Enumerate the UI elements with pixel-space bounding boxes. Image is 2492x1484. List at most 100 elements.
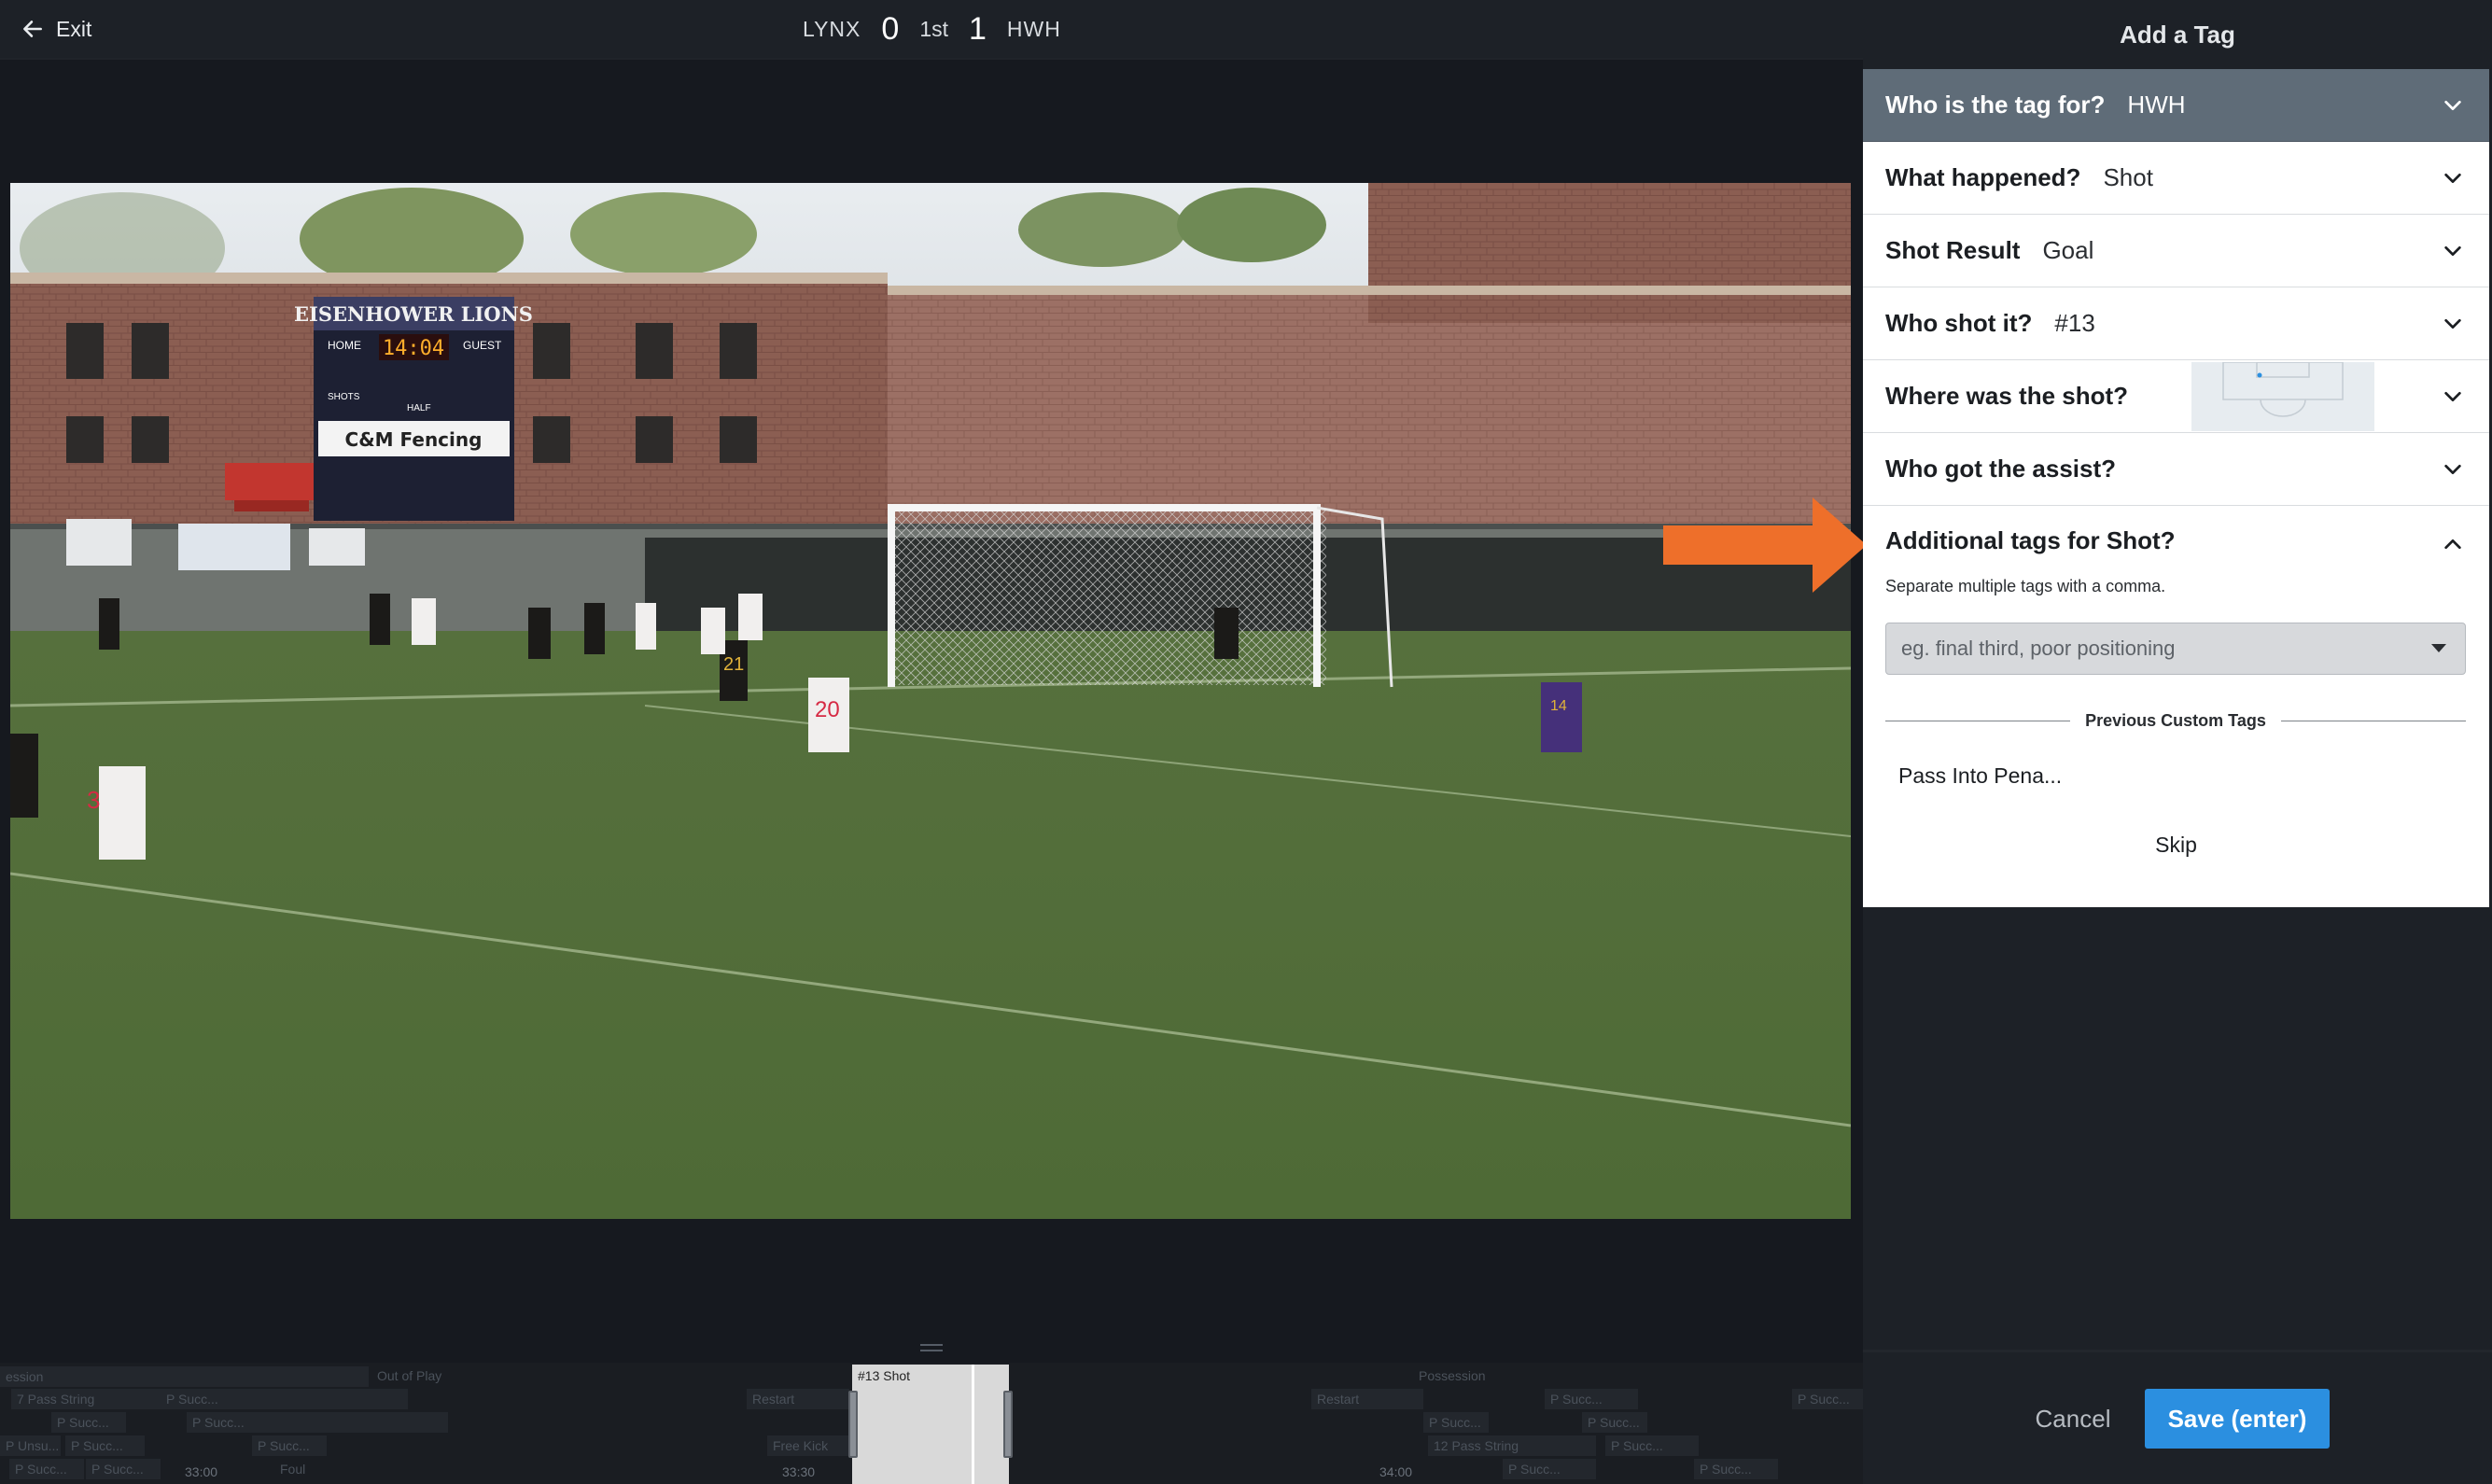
row-answer: HWH (2127, 91, 2186, 119)
row-tag-for[interactable]: Who is the tag for? HWH (1863, 69, 2489, 142)
timeline-label: Possession (1419, 1368, 1486, 1383)
timeline-segment[interactable]: P Succ... (86, 1459, 161, 1479)
timeline-segment[interactable]: ession (0, 1366, 369, 1387)
timeline-time: 34:00 (1379, 1464, 1413, 1479)
pitch-map (2191, 361, 2374, 431)
timeline-time: 33:30 (782, 1464, 816, 1479)
cancel-button[interactable]: Cancel (2022, 1391, 2124, 1447)
additional-tags-header[interactable]: Additional tags for Shot? (1885, 526, 2176, 555)
exit-button[interactable]: Exit (21, 13, 91, 45)
previous-tag-item[interactable]: Pass Into Pena... (1898, 763, 2062, 789)
home-score: 0 (881, 10, 900, 47)
timeline-segment[interactable]: P Succ... (1694, 1459, 1778, 1479)
back-arrow-icon (23, 21, 42, 37)
jersey-20: 20 (815, 697, 840, 722)
row-question: Where was the shot? (1885, 382, 2129, 410)
shot-marker (2257, 372, 2262, 378)
timeline-segment[interactable]: P Succ... (65, 1435, 145, 1456)
timeline-segment[interactable]: P Succ... (1545, 1389, 1638, 1409)
away-team: HWH (1006, 16, 1061, 41)
playhead[interactable] (972, 1365, 974, 1484)
row-answer: Goal (2042, 236, 2094, 264)
previous-tags-header: Previous Custom Tags (1885, 709, 2466, 732)
timeline-segment[interactable]: P Succ... (9, 1459, 84, 1479)
chevron-up-icon[interactable] (2443, 534, 2463, 554)
additional-tags-question: Additional tags for Shot? (1885, 526, 2176, 554)
timeline-segment[interactable]: P Succ... (1605, 1435, 1699, 1456)
timeline-segment[interactable]: P Succ... (252, 1435, 327, 1456)
scoreboard-clock: 14:04 (383, 337, 444, 360)
timeline-segment[interactable]: 12 Pass String (1428, 1435, 1596, 1456)
tag-form: Who is the tag for? HWH What happened? S… (1863, 69, 2489, 907)
home-team: LYNX (803, 16, 861, 41)
timeline-segment[interactable]: Restart (1311, 1389, 1423, 1409)
row-question: Who got the assist? (1885, 455, 2116, 483)
selected-clip-label: #13 Shot (858, 1368, 911, 1383)
dropdown-caret-icon[interactable] (2431, 644, 2446, 652)
row-answer: #13 (2054, 309, 2095, 337)
timeline-segment[interactable]: P Succ... (1423, 1412, 1489, 1433)
timeline-segment[interactable]: Free Kick (767, 1435, 851, 1456)
shot-location-thumbnail[interactable] (2191, 361, 2374, 431)
timeline-label: Foul (280, 1462, 306, 1477)
chevron-down-icon (2443, 459, 2463, 480)
jersey-21: 21 (723, 654, 744, 675)
exit-label: Exit (56, 16, 92, 41)
skip-button[interactable]: Skip (1863, 833, 2489, 858)
annotation-arrow-icon (1663, 497, 1867, 593)
jersey-14: 14 (1550, 698, 1567, 714)
top-divider (0, 58, 1863, 60)
clip-start-handle[interactable] (848, 1391, 858, 1458)
footer-divider (1863, 1350, 2492, 1352)
chevron-down-icon (2443, 168, 2463, 189)
top-bar: Exit LYNX 0 1st 1 HWH (0, 0, 1863, 58)
row-answer: Shot (2103, 163, 2153, 191)
timeline-segment[interactable]: P Succ... (1503, 1459, 1596, 1479)
row-who-shot[interactable]: Who shot it? #13 (1863, 287, 2489, 360)
previous-tags-label: Previous Custom Tags (2085, 710, 2266, 730)
timeline-segment[interactable]: P Unsu... (0, 1435, 61, 1456)
timeline-segment[interactable]: 7 Pass String (11, 1389, 161, 1409)
add-tag-panel: Add a Tag Who is the tag for? HWH What h… (1863, 0, 2492, 1484)
chevron-down-icon (2443, 241, 2463, 261)
scoreboard-name: EISENHOWER LIONS (294, 302, 533, 326)
row-assist[interactable]: Who got the assist? (1863, 433, 2489, 506)
row-question: Shot Result (1885, 236, 2021, 264)
jersey-3: 3 (87, 786, 100, 814)
timeline-selected-clip[interactable]: #13 Shot (848, 1365, 1013, 1484)
row-question: What happened? (1885, 163, 2081, 191)
timeline-label: Out of Play (377, 1368, 442, 1383)
row-question: Who is the tag for? (1885, 91, 2106, 119)
panel-title: Add a Tag (2120, 21, 2235, 49)
timeline-segment[interactable]: P Succ... (187, 1412, 266, 1433)
video-frame: EISENHOWER LIONS HOME GUEST 14:04 SHOTS … (10, 183, 1851, 1219)
chevron-down-icon (2443, 314, 2463, 334)
chevron-down-icon (2443, 386, 2463, 407)
timeline-time: 33:00 (185, 1464, 218, 1479)
row-shot-location[interactable]: Where was the shot? (1863, 360, 2489, 433)
custom-tags-placeholder: eg. final third, poor positioning (1901, 637, 2176, 660)
row-what-happened[interactable]: What happened? Shot (1863, 142, 2489, 215)
timeline-segment[interactable]: P Succ... (1792, 1389, 1863, 1409)
chevron-down-icon (2443, 95, 2463, 116)
scoreboard-shots: SHOTS (328, 392, 360, 402)
timeline-segment[interactable] (235, 1389, 408, 1409)
away-score: 1 (969, 10, 987, 47)
game-score: LYNX 0 1st 1 HWH (803, 9, 1061, 49)
row-question: Who shot it? (1885, 309, 2033, 337)
clip-end-handle[interactable] (1003, 1391, 1013, 1458)
save-button[interactable]: Save (enter) (2145, 1389, 2330, 1449)
period: 1st (919, 16, 948, 41)
sponsor-sign: C&M Fencing (345, 428, 483, 451)
video-player[interactable]: EISENHOWER LIONS HOME GUEST 14:04 SHOTS … (10, 183, 1851, 1219)
timeline-segment[interactable] (266, 1412, 448, 1433)
timeline-segment[interactable]: P Succ... (51, 1412, 126, 1433)
drag-handle-icon[interactable] (920, 1344, 943, 1355)
timeline-segment[interactable]: P Succ... (161, 1389, 235, 1409)
custom-tags-input[interactable]: eg. final third, poor positioning (1885, 623, 2466, 675)
scoreboard-home: HOME (328, 339, 361, 352)
timeline-segment[interactable]: P Succ... (1582, 1412, 1647, 1433)
row-shot-result[interactable]: Shot Result Goal (1863, 215, 2489, 287)
timeline-segment[interactable]: Restart (747, 1389, 849, 1409)
scoreboard-half: HALF (407, 403, 431, 413)
